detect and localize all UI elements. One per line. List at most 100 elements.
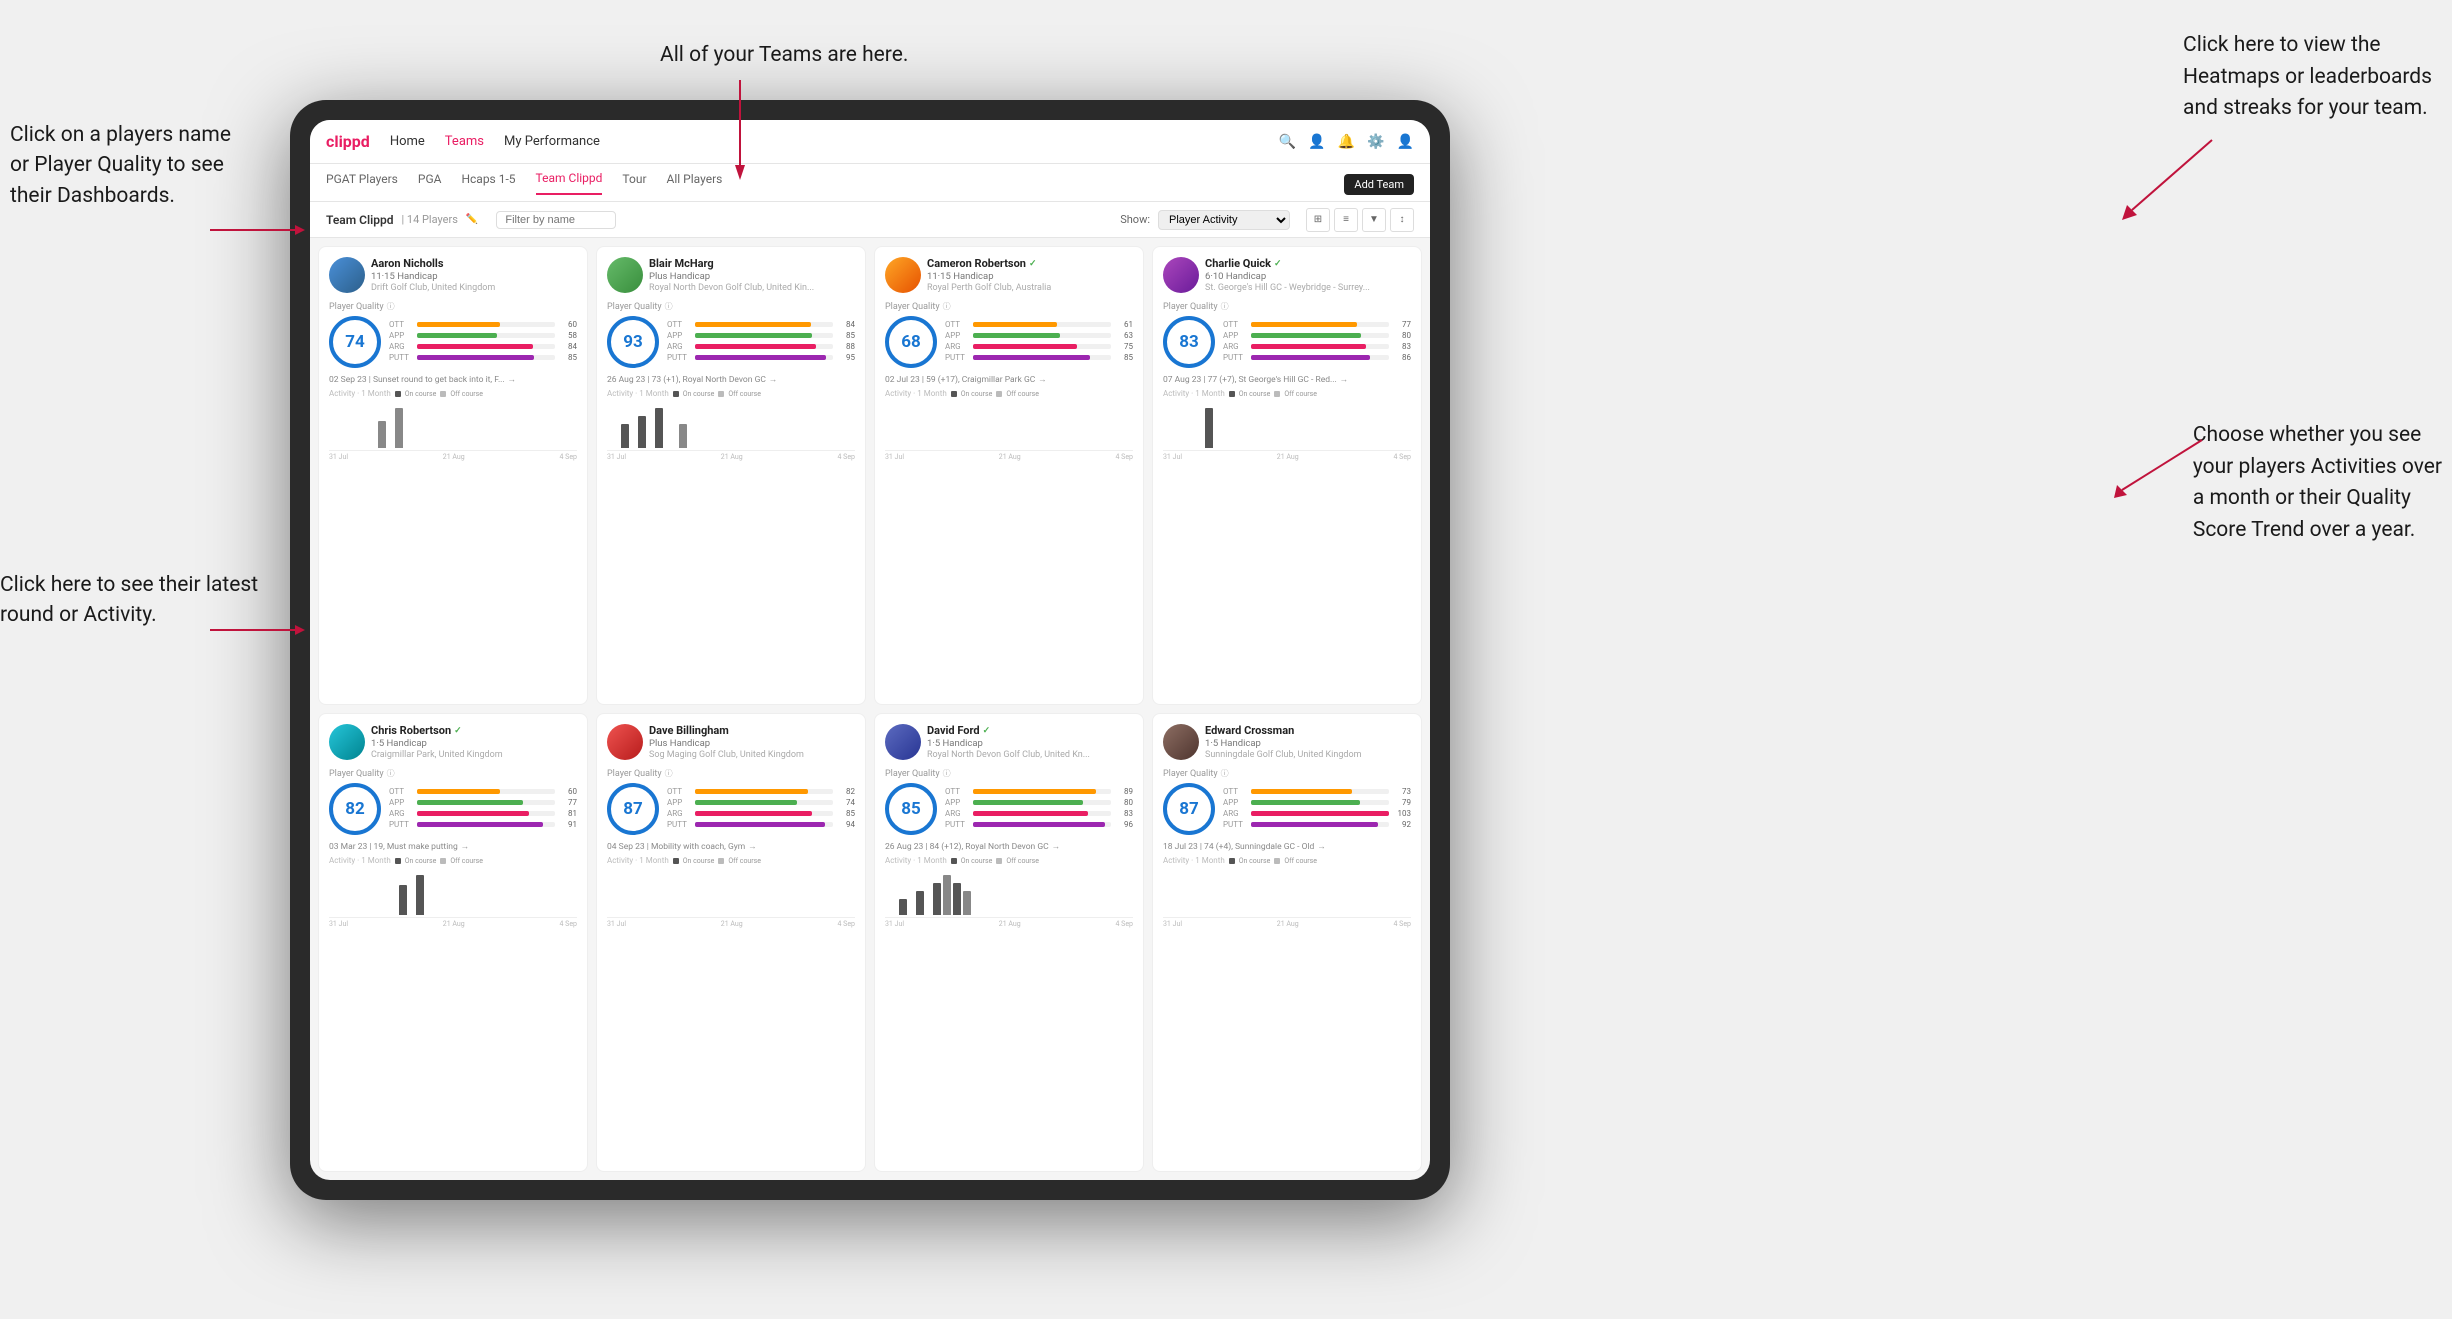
nav-link-myperformance[interactable]: My Performance [504,134,600,149]
tab-team-clippd[interactable]: Team Clippd [536,171,603,195]
recent-round[interactable]: 02 Jul 23 | 59 (+17), Craigmillar Park G… [885,374,1133,385]
quality-help-icon[interactable]: ⓘ [665,768,673,779]
quality-help-icon[interactable]: ⓘ [1221,768,1229,779]
stat-bar-bg [695,800,833,805]
stat-value: 80 [1115,798,1133,807]
player-club: Royal Perth Golf Club, Australia [927,283,1133,293]
tab-hcaps[interactable]: Hcaps 1-5 [461,172,515,194]
chart-bar [399,885,407,915]
chart-bar [395,408,403,448]
chart-area [1163,401,1411,451]
activity-section: Activity · 1 Month On course Off course … [1163,389,1411,461]
chart-dates: 31 Jul21 Aug4 Sep [329,453,577,461]
grid-view-button[interactable]: ⊞ [1306,208,1330,232]
stat-label: PUTT [389,353,413,362]
ipad-screen: clippd Home Teams My Performance 🔍 👤 🔔 ⚙… [310,120,1430,1180]
recent-round[interactable]: 03 Mar 23 | 19, Must make putting → [329,841,577,852]
user-icon[interactable]: 👤 [1308,134,1325,150]
player-club: St. George's Hill GC - Weybridge - Surre… [1205,283,1411,293]
recent-round[interactable]: 04 Sep 23 | Mobility with coach, Gym → [607,841,855,852]
tab-pga[interactable]: PGA [418,172,442,194]
sort-button[interactable]: ↕ [1390,208,1414,232]
quality-help-icon[interactable]: ⓘ [665,301,673,312]
quality-help-icon[interactable]: ⓘ [943,301,951,312]
player-card[interactable]: Cameron Robertson✓ 11·15 Handicap Royal … [874,246,1144,705]
quality-circle[interactable]: 87 [1163,783,1215,835]
quality-help-icon[interactable]: ⓘ [387,301,395,312]
player-name[interactable]: Cameron Robertson✓ [927,257,1133,270]
recent-round[interactable]: 02 Sep 23 | Sunset round to get back int… [329,374,577,385]
quality-circle[interactable]: 85 [885,783,937,835]
stat-value: 75 [1115,342,1133,351]
quality-circle[interactable]: 68 [885,316,937,368]
stat-row: OTT 89 [945,787,1133,796]
settings-icon[interactable]: ⚙️ [1367,134,1384,150]
quality-help-icon[interactable]: ⓘ [1221,301,1229,312]
nav-link-teams[interactable]: Teams [445,134,484,149]
search-icon[interactable]: 🔍 [1279,134,1296,150]
stat-row: APP 85 [667,331,855,340]
player-name[interactable]: Blair McHarg [649,257,855,270]
stat-label: PUTT [1223,353,1247,362]
quality-circle[interactable]: 82 [329,783,381,835]
player-card[interactable]: Dave Billingham Plus Handicap Sog Maging… [596,713,866,1172]
recent-round-text: 04 Sep 23 | Mobility with coach, Gym [607,842,745,852]
player-name[interactable]: David Ford✓ [927,724,1133,737]
annotation-top-center: All of your Teams are here. [660,40,908,70]
player-card[interactable]: Aaron Nicholls 11·15 Handicap Drift Golf… [318,246,588,705]
stat-label: PUTT [945,820,969,829]
player-avatar [607,724,643,760]
chart-area [885,401,1133,451]
player-name[interactable]: Dave Billingham [649,724,855,737]
off-course-legend [440,858,446,864]
off-course-label: Off course [728,390,761,398]
show-label: Show: [1120,213,1150,226]
edit-icon[interactable]: ✏️ [466,214,478,225]
chart-bar [916,891,924,915]
quality-help-icon[interactable]: ⓘ [387,768,395,779]
player-handicap: Plus Handicap [649,271,855,282]
quality-circle[interactable]: 83 [1163,316,1215,368]
nav-link-home[interactable]: Home [390,134,425,149]
quality-row: 68 OTT 61 APP 63 ARG 75 PUTT [885,316,1133,368]
stat-value: 77 [1393,320,1411,329]
off-course-label: Off course [450,390,483,398]
player-card[interactable]: Charlie Quick✓ 6·10 Handicap St. George'… [1152,246,1422,705]
player-card[interactable]: Blair McHarg Plus Handicap Royal North D… [596,246,866,705]
stat-row: ARG 83 [1223,342,1411,351]
bell-icon[interactable]: 🔔 [1338,134,1355,150]
nav-logo[interactable]: clippd [326,132,370,151]
player-avatar [329,724,365,760]
list-view-button[interactable]: ≡ [1334,208,1358,232]
player-name[interactable]: Chris Robertson✓ [371,724,577,737]
avatar-icon[interactable]: 👤 [1397,134,1414,150]
tab-pgat[interactable]: PGAT Players [326,172,398,194]
recent-round[interactable]: 26 Aug 23 | 84 (+12), Royal North Devon … [885,841,1133,852]
player-name[interactable]: Charlie Quick✓ [1205,257,1411,270]
filter-button[interactable]: ▼ [1362,208,1386,232]
player-card[interactable]: David Ford✓ 1·5 Handicap Royal North Dev… [874,713,1144,1172]
chart-area [1163,868,1411,918]
player-club: Craigmillar Park, United Kingdom [371,750,577,760]
stat-bar-bg [973,344,1111,349]
stat-row: APP 79 [1223,798,1411,807]
stat-bar-bg [695,811,833,816]
player-name[interactable]: Edward Crossman [1205,724,1411,737]
filter-input[interactable] [496,211,616,229]
quality-circle[interactable]: 93 [607,316,659,368]
quality-circle[interactable]: 74 [329,316,381,368]
recent-round[interactable]: 07 Aug 23 | 77 (+7), St George's Hill GC… [1163,374,1411,385]
player-name[interactable]: Aaron Nicholls [371,257,577,270]
chart-dates: 31 Jul21 Aug4 Sep [1163,920,1411,928]
stat-bar-fill [417,800,523,805]
player-card[interactable]: Chris Robertson✓ 1·5 Handicap Craigmilla… [318,713,588,1172]
player-card[interactable]: Edward Crossman 1·5 Handicap Sunningdale… [1152,713,1422,1172]
recent-round[interactable]: 26 Aug 23 | 73 (+1), Royal North Devon G… [607,374,855,385]
show-select[interactable]: Player Activity Quality Score Trend [1158,210,1290,230]
quality-circle[interactable]: 87 [607,783,659,835]
stat-bar-bg [1251,811,1389,816]
quality-help-icon[interactable]: ⓘ [943,768,951,779]
add-team-button[interactable]: Add Team [1344,174,1414,195]
on-course-legend [1229,858,1235,864]
recent-round[interactable]: 18 Jul 23 | 74 (+4), Sunningdale GC - Ol… [1163,841,1411,852]
